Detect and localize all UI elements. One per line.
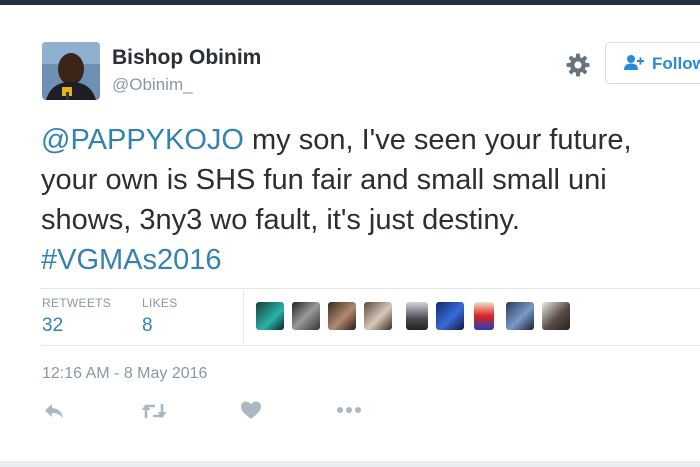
tweet-line-3: shows, 3ny3 wo fault, it's just destiny. [41,204,520,236]
top-bar [0,0,700,5]
bottom-bar [0,461,700,467]
stats-divider [243,290,244,344]
liker-avatar[interactable] [256,302,284,330]
avatar[interactable] [42,42,100,100]
gear-icon[interactable] [565,52,591,78]
tweet-line-1: @PAPPYKOJO my son, I've seen your future… [41,120,700,160]
more-icon[interactable] [335,400,363,424]
stats-bottom-divider [41,345,700,346]
tweet-line-2: your own is SHS fun fair and small small… [41,164,607,196]
liker-avatar[interactable] [328,302,356,330]
liker-avatar[interactable] [542,302,570,330]
follow-button[interactable]: Follow [605,42,700,84]
retweets-count[interactable]: 32 [42,315,63,337]
liker-avatar[interactable] [506,302,534,330]
stats-top-divider [41,288,700,289]
liker-avatar[interactable] [474,302,494,330]
liker-avatar[interactable] [436,302,464,330]
tweet-timestamp[interactable]: 12:16 AM - 8 May 2016 [42,365,207,383]
add-user-icon [623,54,645,77]
author-handle[interactable]: @Obinim_ [112,75,193,95]
tweet-line-1-text: my son, I've seen your future, [243,124,632,156]
author-display-name[interactable]: Bishop Obinim [112,46,261,70]
retweet-icon[interactable] [140,400,168,424]
hashtag-link[interactable]: #VGMAs2016 [41,244,222,276]
mention-link[interactable]: @PAPPYKOJO [41,124,244,156]
tweet-text: @PAPPYKOJO my son, I've seen your future… [41,120,700,280]
reply-icon[interactable] [42,400,68,424]
heart-icon[interactable] [240,400,266,424]
likes-label: LIKES [142,296,178,310]
liker-avatar[interactable] [364,302,392,330]
liker-avatar[interactable] [292,302,320,330]
likes-count[interactable]: 8 [142,315,153,337]
tweet-line-4: #VGMAs2016 [41,240,700,280]
retweets-label: RETWEETS [42,296,112,310]
liker-avatar[interactable] [406,302,428,330]
follow-label: Follow [652,54,700,73]
